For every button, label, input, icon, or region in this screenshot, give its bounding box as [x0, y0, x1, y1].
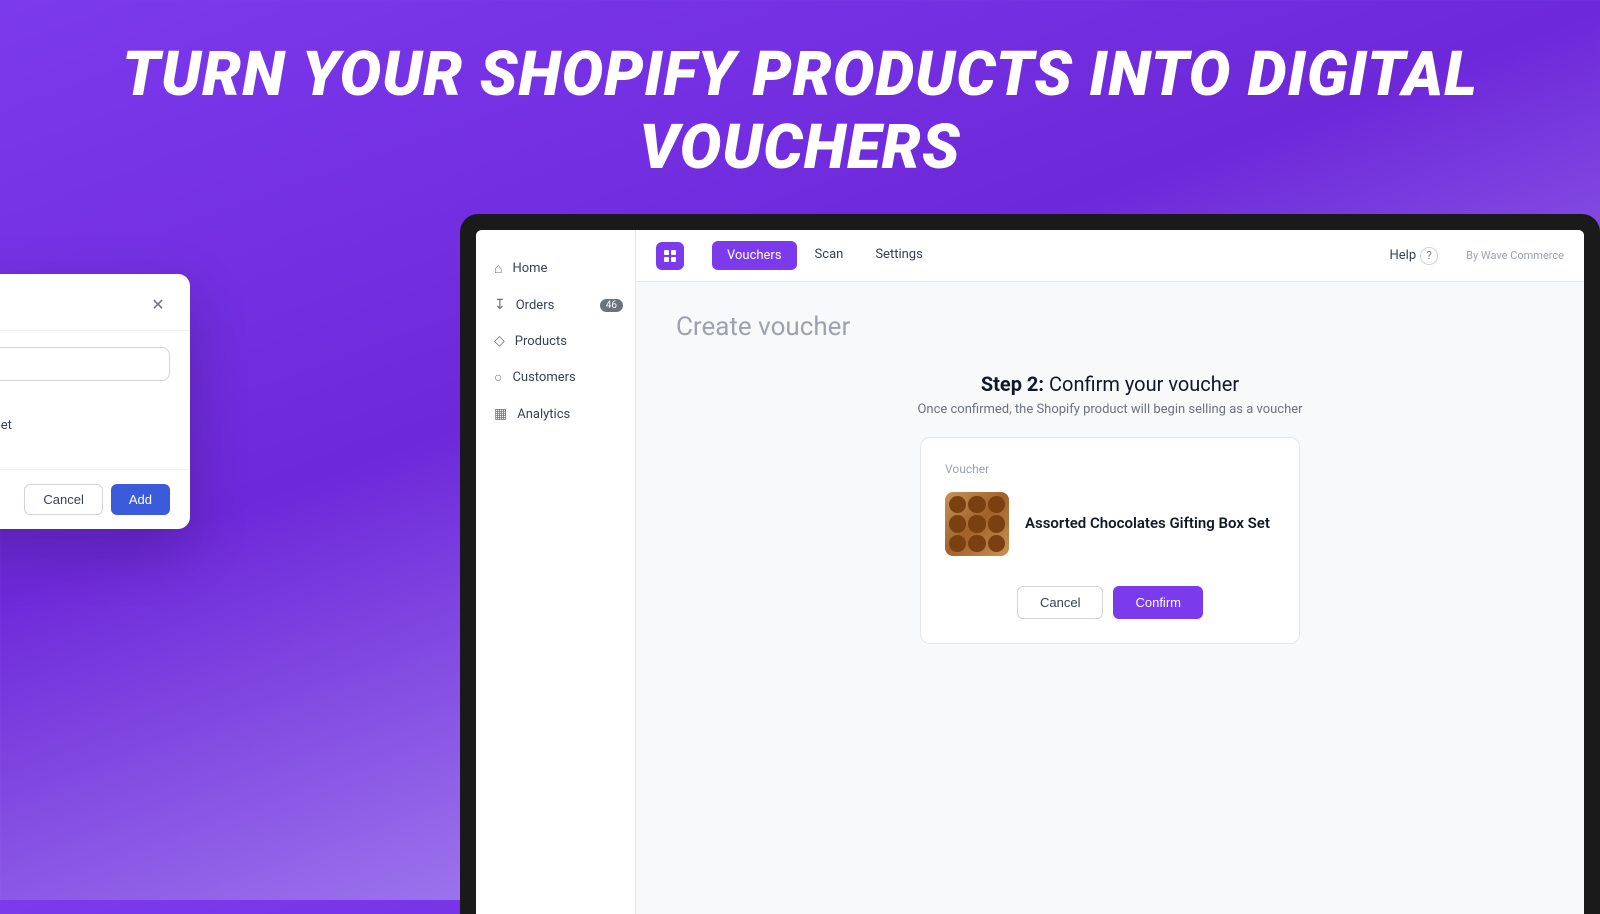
modal-header: Add variant ✕ — [0, 274, 190, 331]
tab-vouchers[interactable]: Vouchers — [712, 241, 797, 270]
choc-9 — [988, 535, 1005, 552]
voucher-cancel-button[interactable]: Cancel — [1017, 586, 1103, 619]
laptop-screen: ⌂ Home ↧ Orders 46 ◇ Products ○ Customer… — [476, 230, 1584, 914]
search-input[interactable] — [0, 357, 157, 372]
product-thumbnail — [945, 492, 1009, 556]
help-icon: ? — [1420, 247, 1438, 265]
choc-4 — [949, 515, 966, 532]
orders-badge: 46 — [600, 299, 623, 312]
analytics-icon: ▦ — [494, 406, 507, 422]
voucher-actions: Cancel Confirm — [945, 586, 1275, 619]
help-label: Help — [1389, 248, 1416, 263]
voucher-label: Voucher — [945, 462, 1275, 476]
variant-name: Assorted Chocolates Gifting Box Set — [0, 418, 12, 433]
choc-5 — [968, 515, 985, 532]
choc-8 — [968, 535, 985, 552]
help-button[interactable]: Help ? — [1389, 247, 1438, 265]
sidebar: ⌂ Home ↧ Orders 46 ◇ Products ○ Customer… — [476, 230, 636, 914]
orders-icon: ↧ — [494, 297, 506, 313]
app-icon — [656, 242, 684, 270]
banner: TURN YOUR SHOPIFY PRODUCTS INTO DIGITAL … — [0, 0, 1600, 214]
page-title: Create voucher — [676, 312, 1544, 342]
sidebar-item-customers[interactable]: ○ Customers — [476, 359, 635, 396]
step-heading-text: Confirm your voucher — [1049, 372, 1239, 396]
product-name: Assorted Chocolates Gifting Box Set — [1025, 514, 1270, 534]
modal-overlay: Add variant ✕ ⌕ ✓ — [0, 274, 190, 529]
tab-settings[interactable]: Settings — [861, 241, 936, 270]
sidebar-label-analytics: Analytics — [517, 407, 570, 422]
top-bar-left: Vouchers Scan Settings — [656, 241, 937, 270]
modal-cancel-button[interactable]: Cancel — [24, 484, 102, 515]
home-icon: ⌂ — [494, 260, 502, 277]
sidebar-label-customers: Customers — [512, 370, 575, 385]
choc-7 — [949, 535, 966, 552]
main-panel: Vouchers Scan Settings Help ? By Wave Co… — [636, 230, 1584, 914]
step-subtext: Once confirmed, the Shopify product will… — [676, 402, 1544, 417]
nav-tabs: Vouchers Scan Settings — [712, 241, 937, 270]
choc-6 — [988, 515, 1005, 532]
sidebar-item-home[interactable]: ⌂ Home — [476, 250, 635, 287]
modal-add-button[interactable]: Add — [111, 484, 170, 515]
banner-title: TURN YOUR SHOPIFY PRODUCTS INTO DIGITAL … — [20, 38, 1580, 184]
modal-body: ⌕ ✓ — [0, 331, 190, 469]
step-label: Step 2: — [981, 372, 1044, 396]
tab-scan[interactable]: Scan — [801, 241, 858, 270]
sidebar-label-orders: Orders — [516, 298, 555, 313]
page-content: Create voucher Step 2: Confirm your vouc… — [636, 282, 1584, 674]
choc-3 — [988, 496, 1005, 513]
sidebar-item-products[interactable]: ◇ Products — [476, 323, 635, 359]
content-area: ⌂ Home ↧ Orders 46 ◇ Products ○ Customer… — [0, 214, 1600, 914]
products-icon: ◇ — [494, 333, 505, 349]
step-section: Step 2: Confirm your voucher Once confir… — [676, 372, 1544, 417]
product-thumb-inner — [945, 492, 1009, 556]
voucher-card: Voucher — [920, 437, 1300, 644]
app-branding: By Wave Commerce — [1466, 249, 1564, 262]
choc-2 — [968, 496, 985, 513]
voucher-confirm-button[interactable]: Confirm — [1113, 586, 1203, 619]
search-box: ⌕ — [0, 347, 170, 381]
modal-close-button[interactable]: ✕ — [146, 292, 170, 316]
sidebar-item-analytics[interactable]: ▦ Analytics — [476, 396, 635, 432]
footer-actions: Cancel Add — [24, 484, 170, 515]
add-variant-modal: Add variant ✕ ⌕ ✓ — [0, 274, 190, 529]
sidebar-item-orders[interactable]: ↧ Orders 46 — [476, 287, 635, 323]
sidebar-label-home: Home — [512, 261, 547, 276]
modal-footer: 1/1 variant selected Cancel Add — [0, 469, 190, 529]
choc-1 — [949, 496, 966, 513]
top-bar: Vouchers Scan Settings Help ? By Wave Co… — [636, 230, 1584, 282]
variant-item[interactable]: ✓ Assorted Chocolates Gifting Box Set — [0, 397, 170, 453]
top-bar-right: Help ? By Wave Commerce — [1389, 247, 1564, 265]
voucher-product: Assorted Chocolates Gifting Box Set — [945, 492, 1275, 556]
step-heading: Step 2: Confirm your voucher — [676, 372, 1544, 396]
laptop-mockup: ⌂ Home ↧ Orders 46 ◇ Products ○ Customer… — [460, 214, 1600, 914]
sidebar-label-products: Products — [515, 334, 567, 349]
customers-icon: ○ — [494, 369, 502, 386]
